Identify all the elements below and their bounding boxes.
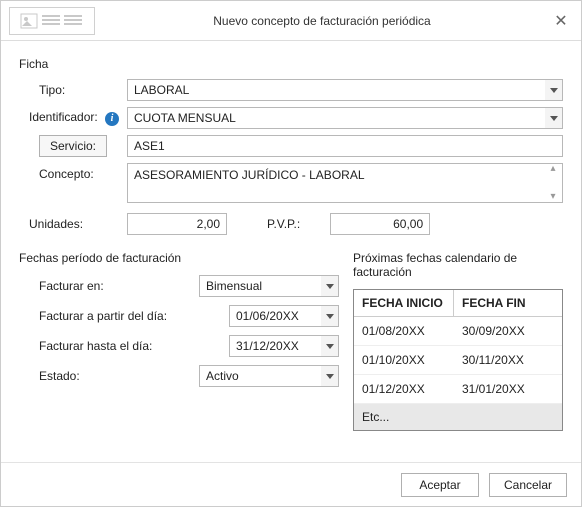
dialog-icon bbox=[9, 7, 95, 35]
cell-inicio: 01/08/20XX bbox=[354, 317, 454, 345]
estado-combo[interactable] bbox=[199, 365, 339, 387]
close-icon[interactable]: ✕ bbox=[549, 11, 573, 31]
dialog-title: Nuevo concepto de facturación periódica bbox=[95, 14, 549, 28]
info-icon[interactable]: i bbox=[105, 112, 119, 126]
col-fin-header: FECHA FIN bbox=[454, 290, 562, 316]
unidades-label: Unidades: bbox=[19, 217, 127, 231]
table-header: FECHA INICIO FECHA FIN bbox=[354, 290, 562, 317]
estado-label: Estado: bbox=[19, 369, 199, 383]
facturar-en-dropdown-icon[interactable] bbox=[321, 275, 339, 297]
cancel-button[interactable]: Cancelar bbox=[489, 473, 567, 497]
dialog-footer: Aceptar Cancelar bbox=[1, 462, 581, 506]
table-row[interactable]: 01/10/20XX 30/11/20XX bbox=[354, 346, 562, 375]
servicio-button[interactable]: Servicio: bbox=[39, 135, 107, 157]
concepto-memo[interactable]: ASESORAMIENTO JURÍDICO - LABORAL ▴ ▾ bbox=[127, 163, 563, 203]
tipo-label: Tipo: bbox=[19, 83, 127, 97]
pvp-input[interactable] bbox=[330, 213, 430, 235]
hasta-label: Facturar hasta el día: bbox=[19, 339, 229, 353]
calendario-section-label: Próximas fechas calendario de facturació… bbox=[353, 251, 563, 279]
hasta-dropdown-icon[interactable] bbox=[321, 335, 339, 357]
ficha-section-label: Ficha bbox=[19, 57, 563, 71]
identificador-dropdown-icon[interactable] bbox=[545, 107, 563, 129]
cell-fin: 30/09/20XX bbox=[454, 317, 562, 345]
spin-down-icon[interactable]: ▾ bbox=[550, 192, 555, 202]
title-bar: Nuevo concepto de facturación periódica … bbox=[1, 1, 581, 41]
periodo-section-label: Fechas período de facturación bbox=[19, 251, 339, 265]
cell-inicio: 01/10/20XX bbox=[354, 346, 454, 374]
desde-dropdown-icon[interactable] bbox=[321, 305, 339, 327]
tipo-dropdown-icon[interactable] bbox=[545, 79, 563, 101]
cell-fin: 31/01/20XX bbox=[454, 375, 562, 403]
servicio-label-wrap: Servicio: bbox=[19, 135, 127, 157]
cell-inicio: 01/12/20XX bbox=[354, 375, 454, 403]
facturar-en-combo[interactable] bbox=[199, 275, 339, 297]
pvp-label: P.V.P.: bbox=[267, 217, 300, 231]
unidades-input[interactable] bbox=[127, 213, 227, 235]
table-row[interactable]: 01/12/20XX 31/01/20XX bbox=[354, 375, 562, 404]
table-row[interactable]: 01/08/20XX 30/09/20XX bbox=[354, 317, 562, 346]
identificador-label: Identificador: i bbox=[19, 110, 127, 126]
col-inicio-header: FECHA INICIO bbox=[354, 290, 454, 316]
calendario-table: FECHA INICIO FECHA FIN 01/08/20XX 30/09/… bbox=[353, 289, 563, 431]
spin-up-icon[interactable]: ▴ bbox=[550, 164, 555, 174]
accept-button[interactable]: Aceptar bbox=[401, 473, 479, 497]
concepto-spinner: ▴ ▾ bbox=[546, 164, 560, 202]
identificador-combo[interactable] bbox=[127, 107, 563, 129]
tipo-combo[interactable] bbox=[127, 79, 563, 101]
desde-label: Facturar a partir del día: bbox=[19, 309, 229, 323]
estado-dropdown-icon[interactable] bbox=[321, 365, 339, 387]
concepto-text: ASESORAMIENTO JURÍDICO - LABORAL bbox=[134, 168, 365, 182]
facturar-en-label: Facturar en: bbox=[19, 279, 199, 293]
cell-fin: 30/11/20XX bbox=[454, 346, 562, 374]
table-etc-row: Etc... bbox=[354, 404, 562, 430]
concepto-label: Concepto: bbox=[19, 163, 127, 181]
servicio-input[interactable] bbox=[127, 135, 563, 157]
